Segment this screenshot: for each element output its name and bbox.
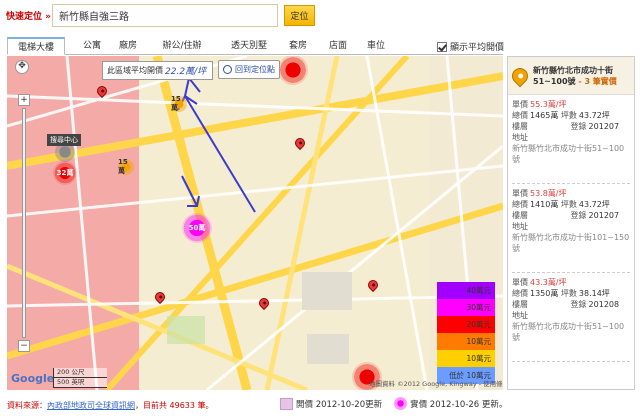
price-marker[interactable]: 15萬 — [118, 158, 134, 175]
open-price-update: 開價 2012-10-20更新 — [296, 399, 383, 410]
listing-item[interactable]: 單價 43.3萬/坪 總價 1350萬 坪數 38.14坪樓層 登錄 201208 地址 新竹… — [512, 277, 630, 362]
total-label: 總價 — [512, 289, 528, 298]
listing-panel: 新竹縣竹北市成功十街 51~100號 - 3 筆實價 單價 55.3萬/坪 總價 14… — [507, 56, 635, 390]
total-price: 1465萬 — [530, 111, 559, 120]
date-value: 201207 — [588, 122, 620, 131]
listing-item[interactable]: 單價 53.8萬/坪 總價 1410萬 坪數 43.72坪樓層 登錄 201207 地址 新竹… — [512, 188, 630, 273]
search-center-label: 搜尋中心 — [47, 134, 81, 146]
open-price-swatch — [280, 397, 293, 410]
unit-label: 單價 — [512, 189, 528, 198]
zoom-slider[interactable] — [22, 108, 26, 338]
data-source: 資料來源：內政部地政司全球資訊網，目前共 49633 筆。 — [7, 400, 214, 411]
area-value: 43.72坪 — [578, 111, 610, 120]
location-search-input[interactable] — [52, 4, 278, 27]
checkbox-checked-icon[interactable] — [437, 41, 447, 52]
back-to-location-button[interactable]: 回到定位點 — [218, 60, 280, 79]
target-icon — [223, 65, 232, 74]
deal-price-swatch — [394, 397, 408, 410]
price-marker[interactable]: 15萬 — [171, 95, 187, 112]
price-legend: 40萬元 30萬元 20萬元 10萬元 10萬元 低於 10萬元 — [437, 282, 495, 384]
record-total: ，目前共 49633 筆。 — [135, 401, 214, 410]
update-info: 開價 2012-10-20更新 實價 2012-10-26 更新。 — [280, 397, 507, 410]
pan-control[interactable]: ✥ — [15, 60, 29, 74]
map-copyright[interactable]: 地圖資料 ©2012 Google, Kingway - 使用條款 — [369, 378, 503, 390]
legend-row: 10萬元 — [437, 333, 495, 350]
tab-3[interactable]: 辦公/住辦 — [149, 37, 215, 55]
addr-label: 地址 — [512, 133, 528, 142]
google-logo: Google — [11, 372, 55, 385]
price-map[interactable]: 32萬 50萬 15萬 15萬 ✥ + − 此區域平均開價 22.2萬/坪 回到定位點… — [7, 56, 503, 390]
price-marker[interactable]: 32萬 — [53, 161, 77, 185]
legend-row: 20萬元 — [437, 316, 495, 333]
zoom-in-button[interactable]: + — [18, 94, 30, 106]
total-price: 1410萬 — [530, 200, 559, 209]
area-label: 坪數 — [560, 111, 577, 120]
scale-imperial: 500 英呎 — [53, 378, 107, 388]
legend-row: 40萬元 — [437, 282, 495, 299]
total-label: 總價 — [512, 111, 528, 120]
legend-row: 10萬元 — [437, 350, 495, 367]
back-to-location-label: 回到定位點 — [235, 65, 275, 74]
price-marker[interactable]: 50萬 — [182, 213, 212, 243]
tab-6[interactable]: 店面 — [319, 37, 357, 55]
tab-7[interactable]: 車位 — [359, 37, 393, 55]
date-label: 登錄 — [570, 300, 587, 309]
addr-label: 地址 — [512, 311, 528, 320]
area-value: 38.14坪 — [578, 289, 610, 298]
date-label: 登錄 — [570, 122, 587, 131]
tab-5[interactable]: 套房 — [281, 37, 315, 55]
listing-address[interactable]: 新竹縣竹北市成功十街101~150號 — [512, 232, 630, 254]
tab-0[interactable]: 電梯大樓 — [7, 37, 65, 55]
addr-label: 地址 — [512, 222, 528, 231]
unit-label: 單價 — [512, 100, 528, 109]
listing-address[interactable]: 新竹縣竹北市成功十街51~100號 — [512, 143, 630, 165]
source-link[interactable]: 內政部地政司全球資訊網 — [47, 401, 135, 410]
locate-button[interactable]: 定位 — [284, 5, 315, 26]
average-price-prefix: 此區域平均開價 — [107, 66, 163, 75]
unit-price: 55.3萬/坪 — [530, 100, 567, 109]
location-pin-icon — [508, 64, 532, 87]
floor-label: 樓層 — [512, 300, 528, 309]
panel-header: 新竹縣竹北市成功十街 51~100號 - 3 筆實價 — [508, 57, 634, 95]
pan-icon: ✥ — [18, 61, 26, 71]
total-label: 總價 — [512, 200, 528, 209]
listing-item[interactable]: 單價 55.3萬/坪 總價 1465萬 坪數 43.72坪樓層 登錄 201207 地址 新竹… — [512, 99, 630, 184]
map-tiles — [7, 56, 503, 390]
legend-row: 30萬元 — [437, 299, 495, 316]
source-prefix: 資料來源： — [7, 401, 47, 410]
area-label: 坪數 — [560, 200, 577, 209]
tab-1[interactable]: 公寓 — [73, 37, 111, 55]
price-marker[interactable] — [278, 56, 308, 85]
quick-locate-label: 快速定位 » — [6, 12, 51, 22]
property-type-tabs: 電梯大樓 公寓 廠房 辦公/住辦 透天別墅 套房 店面 車位 — [7, 37, 503, 55]
unit-label: 單價 — [512, 278, 528, 287]
tab-2[interactable]: 廠房 — [109, 37, 147, 55]
area-value: 43.72坪 — [578, 200, 610, 209]
unit-price: 43.3萬/坪 — [530, 278, 567, 287]
scale-metric: 200 公尺 — [53, 368, 107, 378]
panel-street: 新竹縣竹北市成功十街 — [533, 65, 613, 75]
show-average-price-toggle[interactable]: 顯示平均開價 — [437, 40, 504, 53]
deal-price-update: 實價 2012-10-26 更新。 — [410, 399, 508, 410]
listing-address[interactable]: 新竹縣竹北市成功十街51~100號 — [512, 321, 630, 343]
unit-price: 53.8萬/坪 — [530, 189, 567, 198]
panel-number-range: 51~100號 — [533, 76, 576, 86]
average-price-value: 22.2萬/坪 — [165, 67, 207, 77]
average-price-popup: 此區域平均開價 22.2萬/坪 — [102, 61, 214, 80]
panel-record-count: - 3 筆實價 — [578, 76, 617, 86]
show-average-price-label: 顯示平均開價 — [450, 43, 505, 53]
floor-label: 樓層 — [512, 122, 528, 131]
map-scale: 200 公尺 500 英呎 — [53, 368, 107, 388]
tab-4[interactable]: 透天別墅 — [221, 37, 277, 55]
total-price: 1350萬 — [530, 289, 559, 298]
date-value: 201207 — [588, 211, 620, 220]
area-label: 坪數 — [560, 289, 577, 298]
floor-label: 樓層 — [512, 211, 528, 220]
date-value: 201208 — [588, 300, 620, 309]
zoom-out-button[interactable]: − — [18, 340, 30, 352]
date-label: 登錄 — [570, 211, 587, 220]
